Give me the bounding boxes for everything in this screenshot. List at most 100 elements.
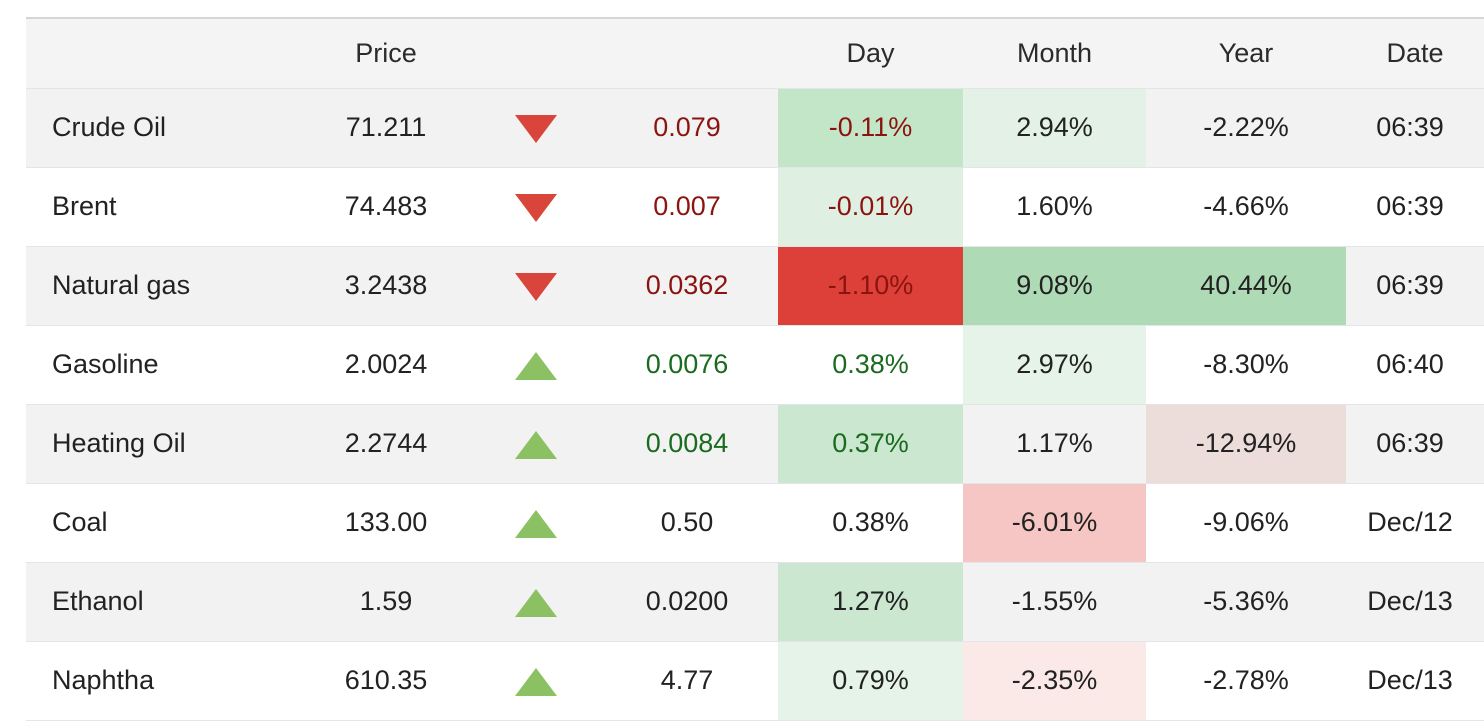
cell-date[interactable]: 06:39 (1346, 246, 1484, 326)
cell-month[interactable]: 1.60% (963, 167, 1146, 247)
cell-price[interactable]: 71.211 (296, 88, 476, 168)
cell-price[interactable]: 3.2438 (296, 246, 476, 326)
cell-day[interactable]: 0.38% (778, 483, 963, 563)
cell-change[interactable]: 0.0084 (596, 404, 778, 484)
cell-change[interactable]: 0.0076 (596, 325, 778, 405)
table-row[interactable]: Gasoline 2.0024 0.0076 0.38% 2.97% -8.30% 06:4… (26, 325, 1484, 405)
cell-price-value: 610.35 (344, 665, 428, 695)
cell-date-value: Dec/13 (1367, 665, 1453, 695)
cell-date[interactable]: Dec/13 (1346, 562, 1484, 642)
cell-day-value: 1.27% (832, 586, 909, 616)
cell-month[interactable]: 2.94% (963, 88, 1146, 168)
cell-day-value: 0.37% (832, 428, 909, 458)
commodity-name-label: Naphtha (52, 665, 155, 695)
cell-commodity-name[interactable]: Crude Oil (26, 88, 296, 168)
cell-year[interactable]: -5.36% (1146, 562, 1346, 642)
table-row[interactable]: Ethanol 1.59 0.0200 1.27% -1.55% -5.36% Dec/13 (26, 562, 1484, 642)
cell-commodity-name[interactable]: Naphtha (26, 641, 296, 721)
cell-commodity-name[interactable]: Heating Oil (26, 404, 296, 484)
cell-year[interactable]: 40.44% (1146, 246, 1346, 326)
column-header-month[interactable]: Month (963, 17, 1146, 89)
column-header-year[interactable]: Year (1146, 17, 1346, 89)
cell-date[interactable]: Dec/13 (1346, 641, 1484, 721)
cell-price[interactable]: 610.35 (296, 641, 476, 721)
cell-month[interactable]: 2.97% (963, 325, 1146, 405)
cell-direction (476, 167, 596, 247)
cell-day-value: 0.79% (832, 665, 909, 695)
cell-price[interactable]: 74.483 (296, 167, 476, 247)
cell-date-value: 06:40 (1376, 349, 1444, 379)
cell-day[interactable]: -0.01% (778, 167, 963, 247)
cell-change[interactable]: 4.77 (596, 641, 778, 721)
column-header-name[interactable] (26, 17, 296, 89)
cell-day-value: 0.38% (832, 349, 909, 379)
cell-price[interactable]: 2.0024 (296, 325, 476, 405)
cell-month-value: 2.94% (1016, 112, 1093, 142)
cell-date[interactable]: 06:39 (1346, 88, 1484, 168)
column-header-change[interactable] (596, 17, 778, 89)
cell-change[interactable]: 0.0200 (596, 562, 778, 642)
cell-price-value: 74.483 (344, 191, 428, 221)
cell-month[interactable]: 9.08% (963, 246, 1146, 326)
cell-day[interactable]: 0.38% (778, 325, 963, 405)
cell-date[interactable]: 06:39 (1346, 167, 1484, 247)
cell-change-value: 0.079 (653, 112, 721, 142)
cell-year-value: -12.94% (1195, 428, 1297, 458)
commodity-name-label: Heating Oil (52, 428, 186, 458)
cell-direction (476, 641, 596, 721)
cell-change[interactable]: 0.007 (596, 167, 778, 247)
triangle-down-icon (515, 114, 557, 143)
cell-month-value: -2.35% (1011, 665, 1098, 695)
table-row[interactable]: Heating Oil 2.2744 0.0084 0.37% 1.17% -12.94%… (26, 404, 1484, 484)
header-row: Price Day Month Year Date (26, 17, 1484, 89)
column-header-arrow[interactable] (476, 17, 596, 89)
cell-year[interactable]: -2.22% (1146, 88, 1346, 168)
cell-day-value: -0.01% (827, 191, 914, 221)
cell-day[interactable]: 0.37% (778, 404, 963, 484)
cell-change-value: 0.0362 (645, 270, 729, 300)
cell-day[interactable]: -0.11% (778, 88, 963, 168)
cell-month-value: 2.97% (1016, 349, 1093, 379)
cell-year[interactable]: -12.94% (1146, 404, 1346, 484)
commodities-table-container: Price Day Month Year Date Crude Oil 71.21… (26, 17, 1484, 721)
cell-month[interactable]: -6.01% (963, 483, 1146, 563)
cell-year[interactable]: -9.06% (1146, 483, 1346, 563)
column-header-date[interactable]: Date (1346, 17, 1484, 89)
cell-price[interactable]: 2.2744 (296, 404, 476, 484)
cell-year[interactable]: -4.66% (1146, 167, 1346, 247)
cell-month-value: -6.01% (1011, 507, 1098, 537)
cell-year[interactable]: -2.78% (1146, 641, 1346, 721)
cell-price[interactable]: 1.59 (296, 562, 476, 642)
cell-month[interactable]: -1.55% (963, 562, 1146, 642)
cell-price-value: 133.00 (344, 507, 428, 537)
cell-commodity-name[interactable]: Brent (26, 167, 296, 247)
cell-year[interactable]: -8.30% (1146, 325, 1346, 405)
cell-change[interactable]: 0.50 (596, 483, 778, 563)
cell-price[interactable]: 133.00 (296, 483, 476, 563)
cell-commodity-name[interactable]: Gasoline (26, 325, 296, 405)
column-header-price[interactable]: Price (296, 17, 476, 89)
cell-month[interactable]: -2.35% (963, 641, 1146, 721)
cell-date[interactable]: 06:40 (1346, 325, 1484, 405)
table-row[interactable]: Natural gas 3.2438 0.0362 -1.10% 9.08% 40.44%… (26, 246, 1484, 326)
cell-commodity-name[interactable]: Natural gas (26, 246, 296, 326)
cell-date[interactable]: Dec/12 (1346, 483, 1484, 563)
cell-day[interactable]: 0.79% (778, 641, 963, 721)
cell-day[interactable]: 1.27% (778, 562, 963, 642)
cell-date[interactable]: 06:39 (1346, 404, 1484, 484)
cell-change[interactable]: 0.079 (596, 88, 778, 168)
table-row[interactable]: Crude Oil 71.211 0.079 -0.11% 2.94% -2.22% 06:… (26, 88, 1484, 168)
cell-direction (476, 246, 596, 326)
cell-commodity-name[interactable]: Ethanol (26, 562, 296, 642)
table-row[interactable]: Coal 133.00 0.50 0.38% -6.01% -9.06% Dec/12 (26, 483, 1484, 563)
cell-change[interactable]: 0.0362 (596, 246, 778, 326)
table-row[interactable]: Naphtha 610.35 4.77 0.79% -2.35% -2.78% Dec/13 (26, 641, 1484, 721)
cell-day-value: -0.11% (828, 112, 913, 142)
table-row[interactable]: Brent 74.483 0.007 -0.01% 1.60% -4.66% 06:39 (26, 167, 1484, 247)
cell-direction (476, 483, 596, 563)
cell-commodity-name[interactable]: Coal (26, 483, 296, 563)
cell-month[interactable]: 1.17% (963, 404, 1146, 484)
column-header-day[interactable]: Day (778, 17, 963, 89)
cell-day[interactable]: -1.10% (778, 246, 963, 326)
cell-date-value: Dec/13 (1367, 586, 1453, 616)
